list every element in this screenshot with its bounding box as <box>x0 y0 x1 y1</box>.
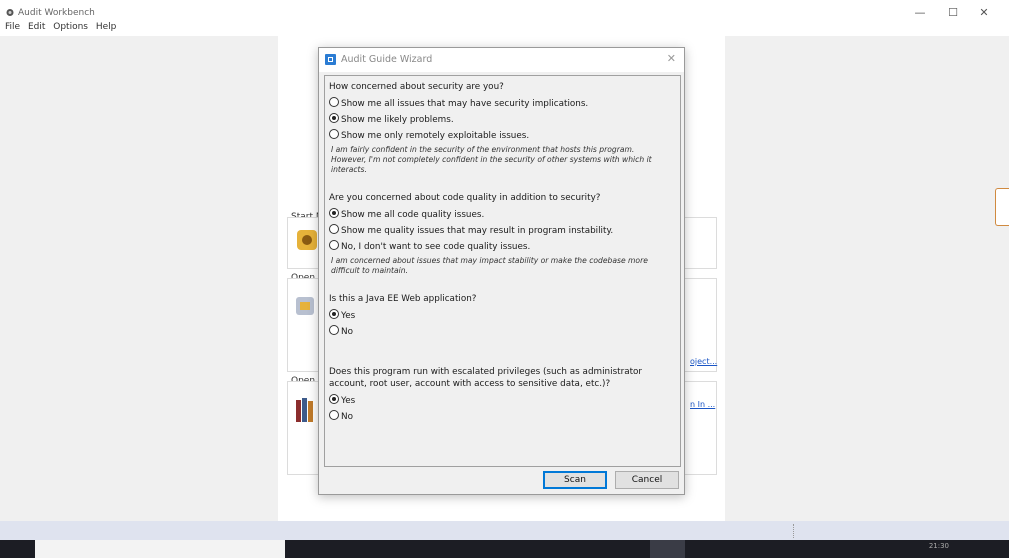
menu-help[interactable]: Help <box>96 22 117 32</box>
q1-option-likely[interactable]: Show me likely problems. <box>329 113 454 126</box>
q4-question-line2: account, root user, account with access … <box>329 379 611 389</box>
q1-question: How concerned about security are you? <box>329 82 504 92</box>
dialog-titlebar: Audit Guide Wizard ✕ <box>319 48 684 72</box>
taskbar-clock: 21:30 <box>928 542 949 550</box>
audit-guide-wizard-dialog: Audit Guide Wizard ✕ How concerned about… <box>318 47 685 495</box>
dialog-title: Audit Guide Wizard <box>341 54 433 65</box>
radio-button-selected[interactable] <box>329 208 339 218</box>
radio-button-selected[interactable] <box>329 394 339 404</box>
radio-button[interactable] <box>329 240 339 250</box>
cancel-button[interactable]: Cancel <box>615 471 679 489</box>
status-bar <box>0 521 1009 540</box>
q1-option-all[interactable]: Show me all issues that may have securit… <box>329 97 588 110</box>
q1-description: I am fairly confident in the security of… <box>331 145 652 174</box>
radio-button-selected[interactable] <box>329 309 339 319</box>
q4-option-no[interactable]: No <box>329 410 353 423</box>
menu-file[interactable]: File <box>5 22 20 32</box>
q1-option-remote[interactable]: Show me only remotely exploitable issues… <box>329 129 529 142</box>
close-button[interactable]: ✕ <box>976 6 992 19</box>
wizard-gear-icon <box>297 230 317 250</box>
taskbar-item[interactable] <box>650 540 685 558</box>
q2-description: I am concerned about issues that may imp… <box>331 256 648 275</box>
q3-option-no[interactable]: No <box>329 325 353 338</box>
open-recent-link[interactable]: n In ... <box>690 400 715 409</box>
books-icon <box>296 398 313 422</box>
window-titlebar: Audit Workbench — ☐ ✕ <box>0 0 1009 22</box>
status-separator <box>793 524 794 538</box>
app-logo-icon <box>6 9 14 16</box>
radio-button-selected[interactable] <box>329 113 339 123</box>
q2-option-instability[interactable]: Show me quality issues that may result i… <box>329 224 613 237</box>
app-title: Audit Workbench <box>18 8 95 18</box>
menu-edit[interactable]: Edit <box>28 22 45 32</box>
maximize-button[interactable]: ☐ <box>945 6 961 19</box>
side-panel-tab[interactable] <box>995 188 1009 226</box>
taskbar: 21:30 <box>0 540 1009 558</box>
q3-option-yes[interactable]: Yes <box>329 309 355 322</box>
open-project-icon <box>296 297 314 315</box>
q4-question-line1: Does this program run with escalated pri… <box>329 367 643 377</box>
taskbar-item-active[interactable] <box>35 540 285 558</box>
menu-options[interactable]: Options <box>53 22 88 32</box>
q2-option-all[interactable]: Show me all code quality issues. <box>329 208 484 221</box>
menu-bar: File Edit Options Help <box>0 22 400 36</box>
scan-button[interactable]: Scan <box>543 471 607 489</box>
minimize-button[interactable]: — <box>912 6 928 19</box>
q2-option-none[interactable]: No, I don't want to see code quality iss… <box>329 240 530 253</box>
radio-button[interactable] <box>329 410 339 420</box>
q2-question: Are you concerned about code quality in … <box>329 193 601 203</box>
wizard-options-panel: How concerned about security are you? Sh… <box>324 75 681 467</box>
open-project-link[interactable]: oject... <box>690 357 717 366</box>
radio-button[interactable] <box>329 97 339 107</box>
dialog-close-button[interactable]: ✕ <box>667 52 676 65</box>
dialog-app-icon <box>325 54 336 65</box>
radio-button[interactable] <box>329 325 339 335</box>
q3-question: Is this a Java EE Web application? <box>329 294 477 304</box>
q4-option-yes[interactable]: Yes <box>329 394 355 407</box>
radio-button[interactable] <box>329 129 339 139</box>
radio-button[interactable] <box>329 224 339 234</box>
